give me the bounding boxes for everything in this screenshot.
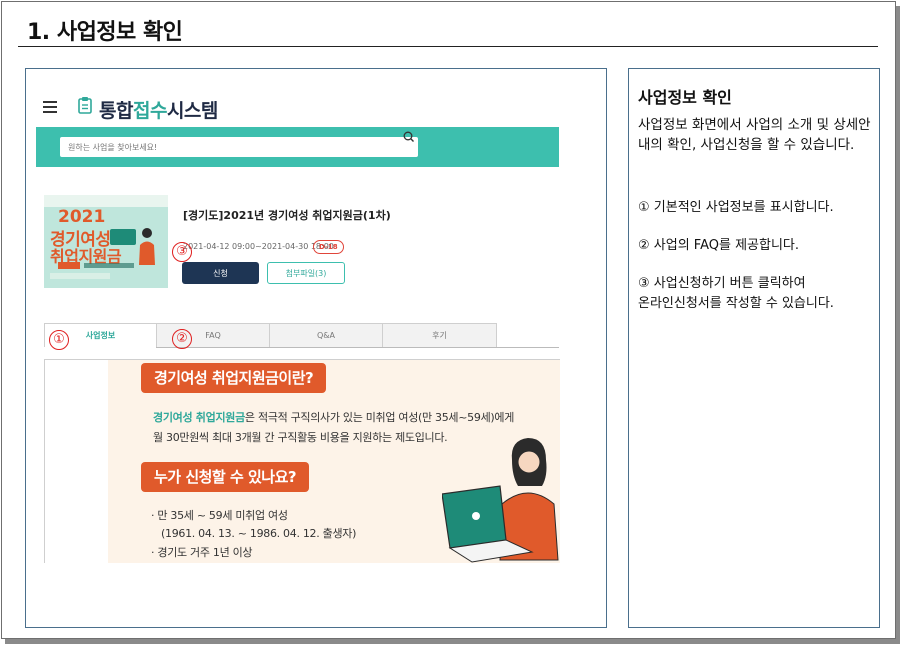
panel-item-2: ② 사업의 FAQ를 제공합니다. — [638, 238, 800, 253]
logo-prefix: 통합 — [99, 100, 133, 122]
business-poster-image: 2021 경기여성 취업지원금 — [44, 195, 168, 288]
tab-reviews[interactable]: 후기 — [383, 323, 497, 347]
app-logo[interactable]: 통합접수시스템 — [99, 96, 218, 123]
business-period: 2021-04-12 09:00~2021-04-30 18:00 — [183, 242, 334, 251]
intro-highlight: 경기여성 취업지원금 — [153, 411, 245, 424]
attachments-button[interactable]: 첨부파일(3) — [267, 262, 345, 284]
eligibility-item-age: · 만 35세 ~ 59세 미취업 여성 — [151, 509, 288, 522]
intro-paragraph-line2: 월 30만원씩 최대 3개월 간 구직활동 비용을 지원하는 제도입니다. — [153, 431, 448, 444]
logo-accent: 접수 — [132, 100, 167, 122]
clipboard-logo-icon — [78, 97, 92, 114]
panel-description: 사업정보 화면에서 사업의 소개 및 상세안내의 확인, 사업신청을 할 수 있… — [638, 117, 871, 153]
title-divider — [18, 46, 878, 47]
marker-3: ③ — [172, 242, 192, 262]
heading-what-is: 경기여성 취업지원금이란? — [141, 363, 327, 393]
panel-item-1: ① 기본적인 사업정보를 표시합니다. — [638, 200, 834, 215]
panel-item-3-cont: 온라인신청서를 작성할 수 있습니다. — [638, 296, 834, 311]
person-illustration-icon — [139, 228, 155, 265]
intro-rest: 은 적극적 구직의사가 있는 미취업 여성(만 35세~59세)에게 — [244, 411, 515, 424]
tab-qna[interactable]: Q&A — [270, 323, 383, 347]
section-title: 1. 사업정보 확인 — [27, 20, 183, 45]
info-banner: 경기여성 취업지원금이란? 경기여성 취업지원금은 적극적 구직의사가 있는 미… — [108, 360, 560, 563]
logo-suffix: 시스템 — [166, 100, 218, 122]
poster-year: 2021 — [58, 207, 106, 227]
heading-who-can-apply: 누가 신청할 수 있나요? — [141, 462, 310, 492]
panel-title: 사업정보 확인 — [638, 88, 732, 107]
eligibility-item-residence: · 경기도 거주 1년 이상 — [151, 546, 253, 559]
tabs-divider — [156, 347, 559, 348]
apply-button[interactable]: 신청 — [182, 262, 259, 284]
laptop-illustration-icon — [110, 229, 136, 245]
hamburger-menu-icon[interactable] — [43, 101, 57, 113]
tab-bar: 사업정보 FAQ Q&A 후기 — [44, 323, 559, 347]
search-input[interactable] — [60, 137, 418, 157]
eligibility-item-birth: (1961. 04. 13. ~ 1986. 04. 12. 출생자) — [161, 527, 357, 540]
dday-badge: D-18 — [313, 240, 344, 254]
panel-item-3: ③ 사업신청하기 버튼 클릭하여 — [638, 276, 806, 291]
marker-1: ① — [49, 330, 69, 350]
woman-laptop-illustration-icon — [442, 438, 559, 563]
search-icon[interactable] — [402, 130, 416, 144]
business-title: [경기도]2021년 경기여성 취업지원금(1차) — [183, 209, 391, 222]
search-bar — [36, 127, 559, 167]
business-info-content: 경기여성 취업지원금이란? 경기여성 취업지원금은 적극적 구직의사가 있는 미… — [44, 359, 560, 563]
intro-paragraph-line1: 경기여성 취업지원금은 적극적 구직의사가 있는 미취업 여성(만 35세~59… — [153, 409, 514, 425]
marker-2: ② — [172, 329, 192, 349]
